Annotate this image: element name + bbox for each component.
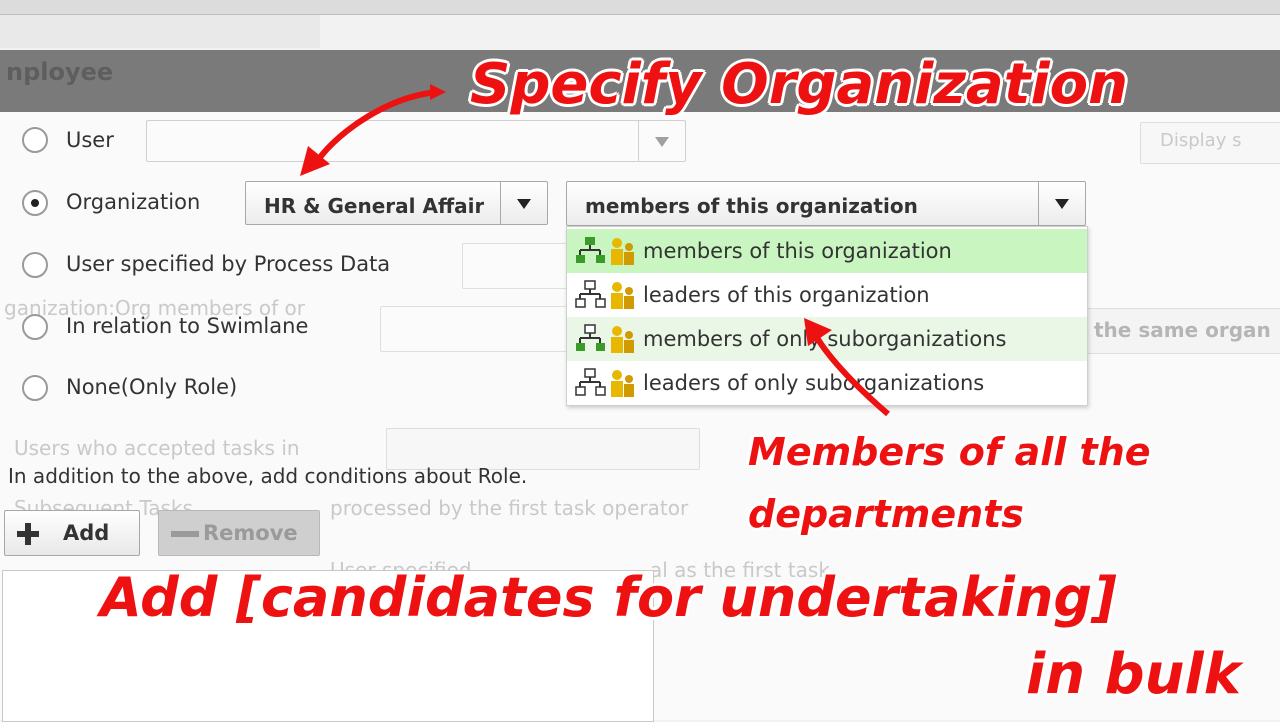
remove-button[interactable]: Remove (158, 510, 320, 556)
remove-button-label: Remove (203, 521, 298, 545)
organization-select-value: HR & General Affairs (264, 194, 484, 218)
scope-option-label: members of only suborganizations (643, 327, 1007, 351)
role-conditions-info: In addition to the above, add conditions… (8, 464, 528, 488)
scope-select-arrow[interactable] (1038, 182, 1085, 225)
dialog-title: nployee (6, 58, 114, 86)
add-button[interactable]: Add (4, 510, 140, 556)
scope-option[interactable]: members of only suborganizations (567, 317, 1087, 361)
chevron-down-icon (1055, 199, 1069, 209)
radio-organization[interactable] (22, 190, 48, 216)
annotation-add-candidates-line1: Add [candidates for undertaking] (100, 566, 1117, 629)
scope-option-label: leaders of only suborganizations (643, 371, 985, 395)
annotation-members-all-line1: Members of all the (748, 430, 1151, 474)
process-data-select[interactable] (462, 243, 574, 289)
radio-swimlane[interactable] (22, 314, 48, 340)
org-members-icon (576, 237, 634, 265)
swimlane-select[interactable] (380, 306, 572, 352)
scope-option-label: members of this organization (643, 239, 952, 263)
annotation-members-all-line2: departments (748, 492, 1024, 536)
user-select-arrow[interactable] (638, 121, 685, 161)
tab-strip (0, 15, 320, 48)
radio-process-data-label: User specified by Process Data (66, 252, 391, 276)
display-button-text: Display s (1160, 130, 1242, 151)
scope-option-label: leaders of this organization (643, 283, 930, 307)
annotation-specify-organization: Specify Organization (470, 52, 1128, 117)
annotation-add-candidates-line2: in bulk (1026, 642, 1241, 707)
scope-dropdown-list: members of this organization leaders of … (566, 226, 1088, 406)
radio-none-label: None(Only Role) (66, 375, 238, 399)
accepted-tasks-text: Users who accepted tasks in (14, 436, 300, 460)
scope-option[interactable]: leaders of only suborganizations (567, 361, 1087, 405)
minus-icon (171, 531, 199, 537)
same-org-text: the same organ (1094, 318, 1271, 342)
radio-user-label: User (66, 128, 114, 152)
add-button-label: Add (63, 521, 110, 545)
scope-option[interactable]: leaders of this organization (567, 273, 1087, 317)
radio-swimlane-label: In relation to Swimlane (66, 314, 309, 338)
chevron-down-icon (655, 137, 669, 147)
plus-icon (17, 523, 39, 545)
user-select[interactable] (146, 120, 686, 162)
sub-org-leaders-icon (575, 368, 634, 397)
radio-process-data[interactable] (22, 252, 48, 278)
radio-organization-label: Organization (66, 190, 201, 214)
radio-none[interactable] (22, 375, 48, 401)
radio-user[interactable] (22, 127, 48, 153)
org-leaders-icon (575, 280, 634, 309)
chevron-down-icon (517, 199, 531, 209)
organization-select[interactable]: HR & General Affairs (245, 181, 548, 225)
organization-select-arrow[interactable] (500, 182, 547, 224)
scope-select-value: members of this organization (585, 194, 918, 218)
sub-org-members-icon (576, 324, 634, 353)
processed-text: processed by the first task operator (330, 496, 689, 520)
scope-option[interactable]: members of this organization (567, 229, 1087, 273)
browser-top-bar (0, 0, 1280, 15)
scope-select[interactable]: members of this organization (566, 181, 1086, 226)
